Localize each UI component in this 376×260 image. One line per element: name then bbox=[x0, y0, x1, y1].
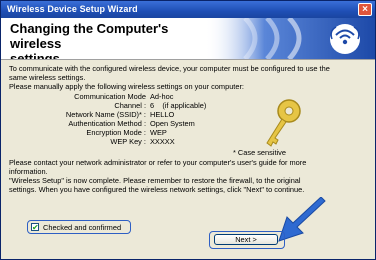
setting-label: Channel : bbox=[114, 101, 146, 110]
setting-value: Ad-hoc bbox=[150, 92, 174, 101]
confirm-checkbox-label[interactable]: Checked and confirmed bbox=[43, 223, 121, 232]
page-title-line1: Changing the Computer's wireless bbox=[10, 21, 169, 51]
close-button[interactable]: × bbox=[358, 3, 372, 16]
complete-line2: settings. When you have configured the w… bbox=[9, 185, 305, 194]
intro-line2: same wireless settings. bbox=[9, 73, 86, 82]
setting-value: HELLO bbox=[150, 110, 175, 119]
setting-label: Authentication Method : bbox=[68, 119, 146, 128]
next-button-highlight: Next > bbox=[209, 231, 285, 249]
title-bar[interactable]: Wireless Device Setup Wizard × bbox=[1, 1, 375, 18]
wizard-window: Wireless Device Setup Wizard × Changing … bbox=[0, 0, 376, 260]
setting-value: WEP bbox=[150, 128, 167, 137]
setting-value: Open System bbox=[150, 119, 195, 128]
confirm-checkbox-highlight: ✔ Checked and confirmed bbox=[27, 220, 131, 234]
confirm-checkbox[interactable]: ✔ bbox=[31, 223, 39, 232]
setting-value: 6 (if applicable) bbox=[150, 101, 207, 110]
intro-line1: To communicate with the configured wirel… bbox=[9, 64, 330, 73]
wireless-icon bbox=[330, 24, 360, 54]
setting-label: Encryption Mode : bbox=[86, 128, 146, 137]
intro-line3: Please manually apply the following wire… bbox=[9, 82, 244, 91]
key-icon bbox=[259, 95, 305, 155]
close-icon: × bbox=[362, 4, 368, 15]
case-sensitive-note: * Case sensitive bbox=[233, 148, 286, 157]
setting-label: Network Name (SSID)* : bbox=[65, 110, 146, 119]
window-title: Wireless Device Setup Wizard bbox=[7, 4, 138, 14]
next-button[interactable]: Next > bbox=[214, 234, 278, 245]
setting-label: Communication Mode bbox=[74, 92, 146, 101]
wizard-header: Changing the Computer's wireless setting… bbox=[1, 18, 375, 60]
contact-line2: information. bbox=[9, 167, 48, 176]
complete-line1: "Wireless Setup" is now complete. Please… bbox=[9, 176, 301, 185]
contact-line1: Please contact your network administrato… bbox=[9, 158, 307, 167]
setting-label: WEP Key : bbox=[110, 137, 146, 146]
page-title: Changing the Computer's wireless setting… bbox=[10, 21, 210, 60]
page-title-line2: settings. bbox=[10, 51, 64, 60]
setting-value: XXXXX bbox=[150, 137, 175, 146]
wireless-banner bbox=[205, 18, 375, 59]
